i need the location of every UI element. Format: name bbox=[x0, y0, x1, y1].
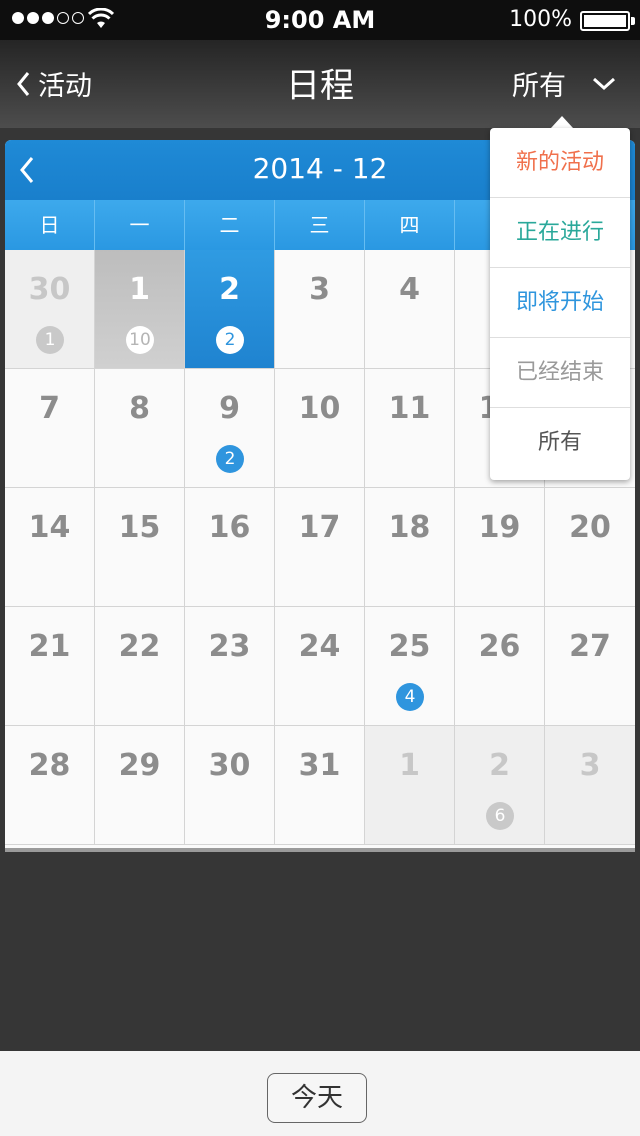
status-bar: 9:00 AM 100% bbox=[0, 0, 640, 40]
calendar-day-cell[interactable]: 30 1 bbox=[5, 250, 95, 368]
back-button[interactable]: 活动 bbox=[16, 64, 92, 103]
chevron-down-icon bbox=[592, 77, 616, 90]
weekday-header: 四 bbox=[365, 200, 455, 250]
calendar-day-cell[interactable]: 92 bbox=[185, 369, 275, 487]
calendar-week-row: 14 15 16 17 18 19 20 bbox=[5, 488, 635, 607]
day-number: 30 bbox=[208, 748, 251, 783]
bottom-toolbar: 今天 bbox=[0, 1051, 640, 1136]
event-count-badge: 2 bbox=[216, 445, 244, 473]
calendar-day-cell[interactable]: 19 bbox=[455, 488, 545, 606]
day-number: 4 bbox=[399, 272, 420, 307]
filter-menu-item[interactable]: 新的活动 bbox=[490, 128, 630, 198]
calendar-day-cell[interactable]: 3 bbox=[545, 726, 635, 844]
weekday-header: 三 bbox=[275, 200, 365, 250]
calendar-day-cell[interactable]: 18 bbox=[365, 488, 455, 606]
filter-dropdown-menu: 新的活动 正在进行 即将开始 已经结束 所有 bbox=[490, 128, 630, 480]
filter-dropdown-button[interactable]: 所有 bbox=[512, 64, 616, 103]
filter-menu-item[interactable]: 已经结束 bbox=[490, 338, 630, 408]
weekday-header: 日 bbox=[5, 200, 95, 250]
day-number: 31 bbox=[298, 748, 341, 783]
day-number: 19 bbox=[478, 510, 521, 545]
event-count-badge: 1 bbox=[36, 326, 64, 354]
dropdown-caret bbox=[551, 116, 573, 128]
day-number: 28 bbox=[28, 748, 71, 783]
filter-menu-item[interactable]: 所有 bbox=[490, 408, 630, 478]
calendar-day-cell[interactable]: 26 bbox=[455, 726, 545, 844]
battery-percent: 100% bbox=[509, 7, 572, 32]
day-number: 3 bbox=[579, 748, 601, 783]
calendar-day-cell[interactable]: 23 bbox=[185, 607, 275, 725]
calendar-day-cell[interactable]: 7 bbox=[5, 369, 95, 487]
event-count-badge: 2 bbox=[216, 326, 244, 354]
day-number: 3 bbox=[309, 272, 330, 307]
calendar-day-cell[interactable]: 25 4 bbox=[365, 607, 455, 725]
calendar-day-cell[interactable]: 3 bbox=[275, 250, 365, 368]
chevron-left-icon bbox=[17, 71, 30, 96]
day-number: 16 bbox=[208, 510, 251, 545]
filter-label: 所有 bbox=[512, 71, 566, 102]
calendar-day-cell[interactable]: 11 bbox=[365, 369, 455, 487]
calendar-day-cell[interactable]: 17 bbox=[275, 488, 365, 606]
day-number: 18 bbox=[388, 510, 431, 545]
calendar-week-row: 21 22 23 24 25 4 26 27 bbox=[5, 607, 635, 726]
calendar-day-cell[interactable]: 8 bbox=[95, 369, 185, 487]
calendar-day-cell[interactable]: 26 bbox=[455, 607, 545, 725]
day-number: 20 bbox=[569, 510, 611, 545]
day-number: 2 bbox=[219, 272, 240, 307]
calendar-day-cell[interactable]: 22 bbox=[185, 250, 275, 368]
calendar-day-cell[interactable]: 30 bbox=[185, 726, 275, 844]
calendar-day-cell[interactable]: 22 bbox=[95, 607, 185, 725]
day-number: 8 bbox=[129, 391, 150, 426]
day-number: 29 bbox=[118, 748, 161, 783]
event-count-badge: 4 bbox=[396, 683, 424, 711]
day-number: 25 bbox=[388, 629, 431, 664]
day-number: 17 bbox=[298, 510, 341, 545]
weekday-header: 二 bbox=[185, 200, 275, 250]
day-number: 10 bbox=[298, 391, 341, 426]
calendar-day-cell[interactable]: 4 bbox=[365, 250, 455, 368]
day-number: 11 bbox=[388, 391, 431, 426]
day-number: 26 bbox=[478, 629, 521, 664]
event-count-badge: 10 bbox=[126, 326, 154, 354]
battery-icon bbox=[580, 11, 630, 31]
calendar-day-cell[interactable]: 31 bbox=[275, 726, 365, 844]
day-number: 24 bbox=[298, 629, 341, 664]
calendar-day-cell[interactable]: 10 bbox=[275, 369, 365, 487]
day-number: 23 bbox=[208, 629, 251, 664]
calendar-day-cell[interactable]: 1 bbox=[365, 726, 455, 844]
nav-bar: 活动 日程 所有 bbox=[0, 40, 640, 128]
calendar-day-cell[interactable]: 24 bbox=[275, 607, 365, 725]
day-number: 21 bbox=[28, 629, 71, 664]
calendar-week-row: 28 29 30 31 1 2 6 3 bbox=[5, 726, 635, 845]
day-number: 1 bbox=[129, 272, 150, 307]
day-number: 7 bbox=[39, 391, 60, 426]
day-number: 9 bbox=[219, 391, 240, 426]
back-label: 活动 bbox=[38, 71, 92, 102]
day-number: 22 bbox=[118, 629, 161, 664]
filter-menu-item[interactable]: 即将开始 bbox=[490, 268, 630, 338]
day-number: 1 bbox=[399, 748, 420, 783]
today-button[interactable]: 今天 bbox=[267, 1073, 367, 1123]
calendar-day-cell[interactable]: 15 bbox=[95, 488, 185, 606]
calendar-day-cell[interactable]: 16 bbox=[185, 488, 275, 606]
calendar-day-cell[interactable]: 14 bbox=[5, 488, 95, 606]
filter-menu-item[interactable]: 正在进行 bbox=[490, 198, 630, 268]
day-number: 2 bbox=[489, 748, 510, 783]
day-number: 15 bbox=[118, 510, 161, 545]
calendar-bottom-edge bbox=[5, 848, 635, 852]
weekday-header: 一 bbox=[95, 200, 185, 250]
calendar-day-cell[interactable]: 27 bbox=[545, 607, 635, 725]
calendar-day-cell[interactable]: 21 bbox=[5, 607, 95, 725]
calendar-day-cell[interactable]: 28 bbox=[5, 726, 95, 844]
calendar-day-cell[interactable]: 1 10 bbox=[95, 250, 185, 368]
day-number: 30 bbox=[28, 272, 71, 307]
day-number: 27 bbox=[569, 629, 611, 664]
calendar-day-cell[interactable]: 20 bbox=[545, 488, 635, 606]
event-count-badge: 6 bbox=[486, 802, 514, 830]
day-number: 14 bbox=[28, 510, 71, 545]
calendar-day-cell[interactable]: 29 bbox=[95, 726, 185, 844]
